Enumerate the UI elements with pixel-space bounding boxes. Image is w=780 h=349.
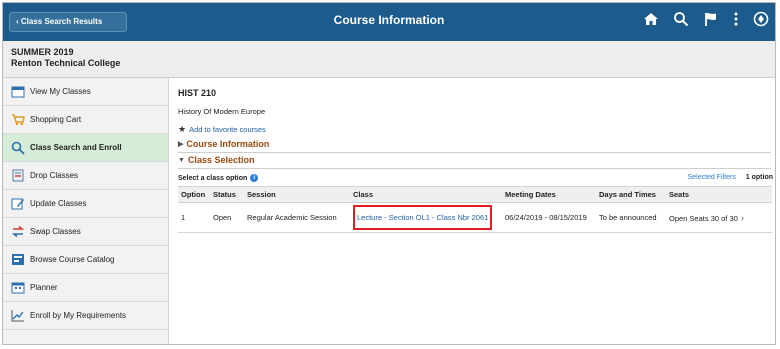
star-icon: ★	[178, 124, 187, 134]
calendar-icon	[11, 85, 25, 99]
term-name: SUMMER 2019	[11, 47, 74, 57]
edit-icon	[11, 197, 25, 211]
nav-icon[interactable]	[753, 11, 769, 27]
option-count: 1 option	[745, 174, 773, 181]
column-header-option: Option	[178, 186, 210, 203]
sidebar-item-label: Class Search and Enroll	[30, 143, 122, 152]
table-row[interactable]: 1 Open Regular Academic Session Lecture …	[178, 202, 772, 233]
search-icon	[11, 141, 25, 155]
sidebar-item-class-search-and-enroll[interactable]: Class Search and Enroll	[3, 134, 168, 162]
sidebar: View My Classes Shopping Cart Class Sear…	[3, 78, 169, 344]
column-header-seats: Seats	[666, 186, 772, 203]
class-selection-toggle[interactable]: ▼ Class Selection	[178, 155, 254, 165]
sidebar-item-update-classes[interactable]: Update Classes	[3, 190, 168, 218]
chevron-right-icon[interactable]: ›	[741, 213, 744, 223]
class-selection-label: Class Selection	[187, 155, 255, 165]
sidebar-item-browse-course-catalog[interactable]: Browse Course Catalog	[3, 246, 168, 274]
course-name: History Of Modern Europe	[178, 107, 266, 116]
cell-meeting-dates: 06/24/2019 - 08/15/2019	[502, 202, 596, 233]
filters-bar: Selected Filters 1 option	[688, 174, 773, 181]
sidebar-item-label: Swap Classes	[30, 227, 81, 236]
seats-text: Open Seats 30 of 30	[669, 213, 738, 223]
section-divider	[178, 152, 771, 153]
term-bar: SUMMER 2019 Renton Technical College	[3, 41, 775, 78]
column-header-class: Class	[350, 186, 502, 203]
cell-seats: Open Seats 30 of 30 ›	[666, 202, 772, 233]
more-icon[interactable]	[733, 11, 739, 27]
caret-right-icon: ▶	[178, 141, 184, 148]
caret-down-icon: ▼	[178, 156, 185, 164]
search-icon[interactable]	[673, 11, 689, 27]
planner-icon	[11, 281, 25, 295]
column-header-status: Status	[210, 186, 244, 203]
sidebar-item-label: Browse Course Catalog	[30, 255, 115, 264]
sidebar-item-shopping-cart[interactable]: Shopping Cart	[3, 106, 168, 134]
table-header-row: Option Status Session Class Meeting Date…	[178, 186, 772, 203]
home-icon[interactable]	[643, 11, 659, 27]
drop-icon	[11, 169, 25, 183]
cell-days-and-times: To be announced	[596, 202, 666, 233]
column-header-days-and-times: Days and Times	[596, 186, 666, 203]
sidebar-item-label: Shopping Cart	[30, 115, 82, 124]
sidebar-item-planner[interactable]: Planner	[3, 274, 168, 302]
sidebar-item-label: View My Classes	[30, 87, 91, 96]
main-content: HIST 210 History Of Modern Europe ★ Add …	[175, 78, 775, 344]
favorite-label: Add to favorite courses	[189, 125, 266, 134]
sidebar-item-label: Planner	[30, 283, 58, 292]
top-bar: ‹ Class Search Results Course Informatio…	[3, 3, 775, 41]
app-frame: ‹ Class Search Results Course Informatio…	[2, 2, 776, 345]
course-information-toggle[interactable]: ▶ Course Information	[178, 139, 269, 149]
swap-icon	[11, 225, 25, 239]
college-name: Renton Technical College	[11, 58, 121, 68]
selected-filters-link[interactable]: Selected Filters	[688, 174, 736, 181]
class-options-table: Option Status Session Class Meeting Date…	[178, 186, 772, 233]
sidebar-item-label: Enroll by My Requirements	[30, 311, 127, 320]
chart-icon	[11, 309, 25, 323]
sidebar-item-swap-classes[interactable]: Swap Classes	[3, 218, 168, 246]
cell-status: Open	[210, 202, 244, 233]
sidebar-item-drop-classes[interactable]: Drop Classes	[3, 162, 168, 190]
course-information-label: Course Information	[186, 139, 270, 149]
cell-option: 1	[178, 202, 210, 233]
sidebar-item-enroll-by-my-requirements[interactable]: Enroll by My Requirements	[3, 302, 168, 330]
column-header-session: Session	[244, 186, 350, 203]
sidebar-item-view-my-classes[interactable]: View My Classes	[3, 78, 168, 106]
select-prompt: Select a class option	[178, 174, 248, 182]
add-to-favorites-link[interactable]: ★ Add to favorite courses	[178, 124, 266, 135]
info-icon[interactable]: i	[250, 174, 259, 182]
catalog-icon	[11, 253, 25, 267]
column-header-meeting-dates: Meeting Dates	[502, 186, 596, 203]
section-divider	[178, 168, 771, 169]
sidebar-item-label: Drop Classes	[30, 171, 79, 180]
cell-class: Lecture - Section OL1 - Class Nbr 2061	[350, 202, 502, 233]
top-icon-group	[643, 11, 769, 27]
cell-session: Regular Academic Session	[244, 202, 350, 233]
cart-icon	[11, 113, 25, 127]
select-class-option-label: Select a class option i	[178, 174, 259, 182]
sidebar-item-label: Update Classes	[30, 199, 87, 208]
flag-icon[interactable]	[703, 11, 719, 27]
class-section-link[interactable]: Lecture - Section OL1 - Class Nbr 2061	[353, 205, 493, 230]
course-code: HIST 210	[178, 88, 217, 98]
